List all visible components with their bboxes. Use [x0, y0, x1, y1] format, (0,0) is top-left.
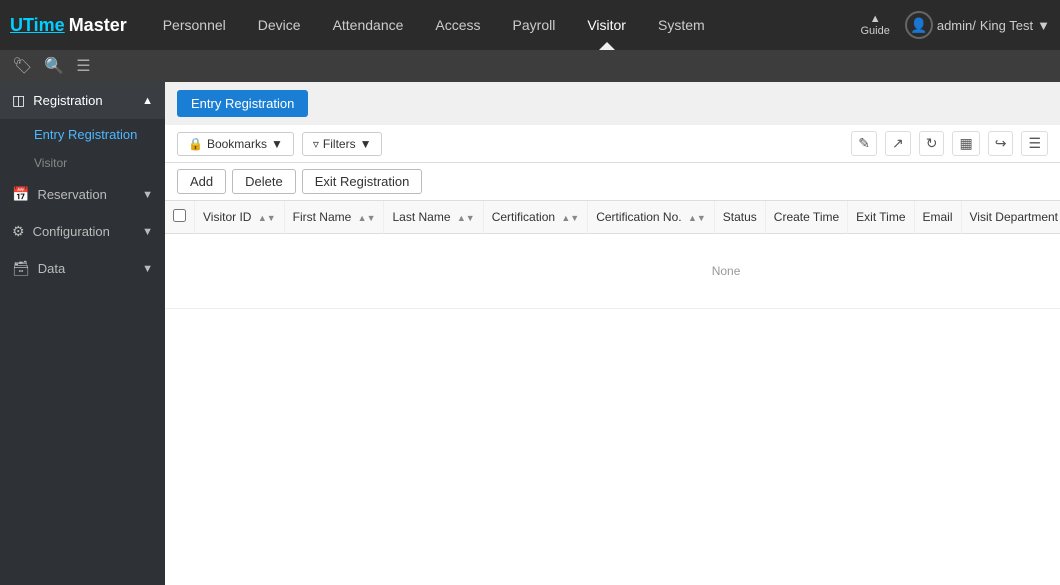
user-name-label: King Test — [980, 18, 1033, 33]
sidebar-reservation-label: Reservation — [37, 187, 106, 202]
configuration-chevron: ▼ — [142, 226, 153, 238]
table-body: None — [165, 234, 1060, 309]
sort-certification[interactable]: ▲▼ — [561, 213, 579, 223]
table-col-last-name: Last Name ▲▼ — [384, 201, 483, 234]
nav-item-attendance[interactable]: Attendance — [317, 0, 420, 50]
guide-label: Guide — [860, 25, 889, 37]
sort-last-name[interactable]: ▲▼ — [457, 213, 475, 223]
page-header: Entry Registration — [165, 82, 1060, 125]
nav-item-device[interactable]: Device — [242, 0, 317, 50]
top-navigation: UTime Master Personnel Device Attendance… — [0, 0, 1060, 50]
configuration-icon: ⚙ — [12, 223, 25, 240]
exit-registration-button[interactable]: Exit Registration — [302, 169, 423, 194]
user-avatar: 👤 — [905, 11, 933, 39]
table-container: Visitor ID ▲▼ First Name ▲▼ Last Name ▲▼ — [165, 201, 1060, 585]
sub-toolbar: 🏷 🔍 ☰ — [0, 50, 1060, 82]
main-layout: ◫ Registration ▲ Entry Registration Visi… — [0, 82, 1060, 585]
nav-item-access[interactable]: Access — [419, 0, 496, 50]
search-icon[interactable]: 🔍 — [44, 56, 64, 76]
nav-right: ▲ Guide 👤 admin/King Test ▼ — [860, 11, 1050, 39]
table-col-certification: Certification ▲▼ — [483, 201, 588, 234]
reservation-chevron: ▼ — [142, 189, 153, 201]
table-col-status: Status — [714, 201, 765, 234]
sort-cert-no[interactable]: ▲▼ — [688, 213, 706, 223]
sidebar-visitor-label: Visitor — [0, 150, 165, 176]
table-col-exit-time: Exit Time — [848, 201, 914, 234]
table-col-checkbox — [165, 201, 195, 234]
user-info[interactable]: 👤 admin/King Test ▼ — [905, 11, 1050, 39]
expand-icon-btn[interactable]: ↗ — [885, 131, 911, 156]
filter-icon: ▿ — [313, 137, 319, 151]
columns-icon-btn[interactable]: ▦ — [952, 131, 979, 156]
reservation-icon: 📅 — [12, 186, 29, 203]
logo-master: Master — [69, 15, 127, 36]
sidebar-configuration-label: Configuration — [33, 224, 110, 239]
registration-icon: ◫ — [12, 92, 25, 109]
table-empty-row: None — [165, 234, 1060, 309]
delete-button[interactable]: Delete — [232, 169, 296, 194]
table-col-email: Email — [914, 201, 961, 234]
sidebar-item-reservation[interactable]: 📅 Reservation ▼ — [0, 176, 165, 213]
sidebar-item-entry-registration[interactable]: Entry Registration — [0, 119, 165, 150]
user-admin-label: admin/ — [937, 18, 976, 33]
table-col-visit-dept: Visit Department — [961, 201, 1060, 234]
sort-visitor-id[interactable]: ▲▼ — [258, 213, 276, 223]
sidebar-item-configuration[interactable]: ⚙ Configuration ▼ — [0, 213, 165, 250]
nav-items: Personnel Device Attendance Access Payro… — [147, 0, 861, 50]
nav-item-visitor[interactable]: Visitor — [571, 0, 642, 50]
table-col-create-time: Create Time — [765, 201, 847, 234]
sidebar-item-registration[interactable]: ◫ Registration ▲ — [0, 82, 165, 119]
settings-icon-btn[interactable]: ☰ — [1021, 131, 1048, 156]
filters-label: Filters — [323, 137, 356, 151]
data-chevron: ▼ — [142, 263, 153, 275]
table-header-row: Visitor ID ▲▼ First Name ▲▼ Last Name ▲▼ — [165, 201, 1060, 234]
logo-utime: UTime — [10, 15, 65, 36]
table-col-cert-no: Certification No. ▲▼ — [588, 201, 715, 234]
content-toolbar: 🔒 Bookmarks ▼ ▿ Filters ▼ ✎ ↗ ↻ ▦ ↪ ☰ — [165, 125, 1060, 163]
sidebar-item-data[interactable]: 🗃 Data ▼ — [0, 250, 165, 287]
table-col-first-name: First Name ▲▼ — [284, 201, 384, 234]
nav-item-payroll[interactable]: Payroll — [497, 0, 572, 50]
nav-item-system[interactable]: System — [642, 0, 721, 50]
filters-chevron: ▼ — [360, 137, 372, 151]
registration-chevron: ▲ — [142, 95, 153, 107]
data-icon: 🗃 — [12, 260, 30, 277]
list-icon[interactable]: ☰ — [76, 56, 90, 76]
bookmarks-chevron: ▼ — [271, 137, 283, 151]
tag-icon[interactable]: 🏷 — [12, 56, 32, 76]
nav-item-personnel[interactable]: Personnel — [147, 0, 242, 50]
guide-icon: ▲ — [870, 13, 881, 25]
entry-registration-tab-button[interactable]: Entry Registration — [177, 90, 308, 117]
user-dropdown-icon: ▼ — [1037, 18, 1050, 33]
visitor-table: Visitor ID ▲▼ First Name ▲▼ Last Name ▲▼ — [165, 201, 1060, 309]
empty-text: None — [165, 234, 1060, 309]
sidebar-registration-label: Registration — [33, 93, 102, 108]
content-area: Entry Registration 🔒 Bookmarks ▼ ▿ Filte… — [165, 82, 1060, 585]
share-icon-btn[interactable]: ↪ — [988, 131, 1014, 156]
action-row: Add Delete Exit Registration — [165, 163, 1060, 201]
guide-button[interactable]: ▲ Guide — [860, 13, 889, 37]
bookmark-icon: 🔒 — [188, 137, 203, 151]
select-all-checkbox[interactable] — [173, 209, 186, 222]
bookmarks-label: Bookmarks — [207, 137, 267, 151]
filters-button[interactable]: ▿ Filters ▼ — [302, 132, 383, 156]
bookmarks-button[interactable]: 🔒 Bookmarks ▼ — [177, 132, 294, 156]
sidebar: ◫ Registration ▲ Entry Registration Visi… — [0, 82, 165, 585]
add-button[interactable]: Add — [177, 169, 226, 194]
sidebar-data-label: Data — [38, 261, 65, 276]
app-logo[interactable]: UTime Master — [10, 15, 127, 36]
refresh-icon-btn[interactable]: ↻ — [919, 131, 945, 156]
edit-icon-btn[interactable]: ✎ — [851, 131, 877, 156]
table-col-visitor-id: Visitor ID ▲▼ — [195, 201, 285, 234]
sort-first-name[interactable]: ▲▼ — [358, 213, 376, 223]
